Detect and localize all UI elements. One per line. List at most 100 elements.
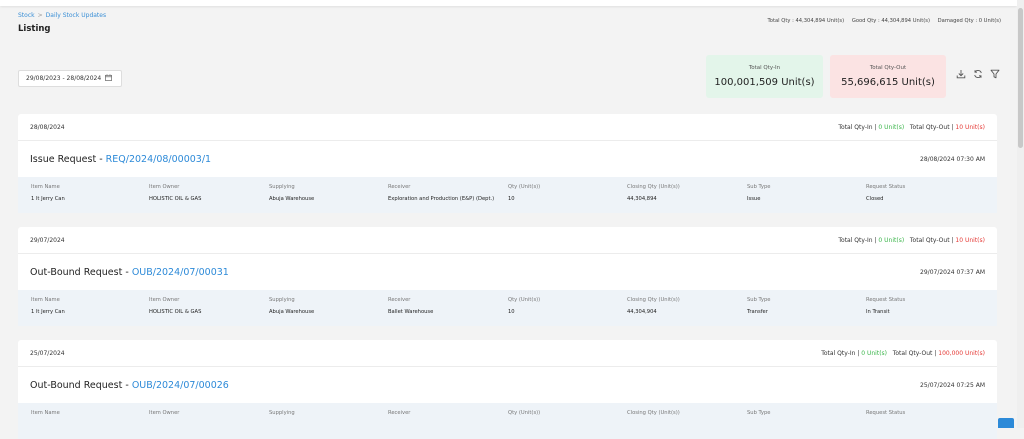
column-label: Item Name xyxy=(31,184,60,190)
column-label: Sub Type xyxy=(747,184,771,190)
col-supplying: Supplying xyxy=(269,410,295,416)
col-request-status: Request Status In Transit xyxy=(866,297,905,315)
col-item-name: Item Name xyxy=(31,410,60,416)
column-label: Supplying xyxy=(269,184,295,190)
page-title: Listing xyxy=(18,24,51,34)
request-detail-row: Item Name 1 lt Jerry Can Item Owner HOLIST… xyxy=(18,290,997,326)
request-code-link[interactable]: OUB/2024/07/00026 xyxy=(132,380,229,391)
col-closing-qty: Closing Qty (Unit(s)) 44,304,904 xyxy=(627,297,680,315)
breadcrumb-root[interactable]: Stock xyxy=(18,12,35,19)
group-header: 28/08/2024 Total Qty-In | 0 Unit(s) Tota… xyxy=(18,114,997,141)
request-code-link[interactable]: OUB/2024/07/00031 xyxy=(132,267,229,278)
good-qty: Good Qty : 44,304,894 Unit(s) xyxy=(851,18,931,24)
request-detail-row: Item Name 1 lt Jerry Can Item Owner HOLIST… xyxy=(18,177,997,213)
column-label: Receiver xyxy=(388,297,411,303)
qty-in-label: Total Qty-In xyxy=(748,65,781,71)
qty-value: 10 xyxy=(508,196,515,202)
receiver-link[interactable]: Exploration and Production (E&P) (Dept.) xyxy=(388,196,494,202)
filter-icon[interactable] xyxy=(990,69,1000,79)
col-item-name: Item Name 1 lt Jerry Can xyxy=(31,297,65,315)
qty-in-value: 0 Unit(s) xyxy=(878,123,905,131)
stock-update-group: 29/07/2024 Total Qty-In | 0 Unit(s) Tota… xyxy=(18,227,997,326)
column-label: Sub Type xyxy=(747,297,771,303)
scrollbar-thumb[interactable] xyxy=(1018,8,1023,148)
request-type: Out-Bound Request - xyxy=(30,379,129,391)
request-code-link[interactable]: REQ/2024/08/00003/1 xyxy=(106,154,211,165)
qty-in-label: Total Qty-In | xyxy=(821,349,860,357)
qty-out-label: Total Qty-Out | xyxy=(909,123,954,131)
item-owner-value: HOLISTIC OIL & GAS xyxy=(149,309,202,315)
supplying-link[interactable]: Abuja Warehouse xyxy=(269,196,314,202)
column-label: Supplying xyxy=(269,410,295,416)
column-label: Request Status xyxy=(866,297,906,303)
page-scrollbar[interactable] xyxy=(1017,0,1024,428)
stock-update-group: 25/07/2024 Total Qty-In | 0 Unit(s) Tota… xyxy=(18,340,997,439)
column-label: Qty (Unit(s)) xyxy=(508,184,541,190)
col-supplying: Supplying Abuja Warehouse xyxy=(269,297,314,315)
column-label: Item Owner xyxy=(149,297,180,303)
qty-in-label: Total Qty-In | xyxy=(838,236,877,244)
breadcrumb-current[interactable]: Daily Stock Updates xyxy=(46,12,106,19)
qty-out-value: 10 Unit(s) xyxy=(955,236,985,244)
total-qty-out-card: Total Qty-Out 55,696,615 Unit(s) xyxy=(830,55,946,98)
column-label: Closing Qty (Unit(s)) xyxy=(627,297,680,303)
col-item-owner: Item Owner HOLISTIC OIL & GAS xyxy=(149,184,201,202)
col-receiver: Receiver Exploration and Production (E&P)… xyxy=(388,184,494,202)
col-receiver: Receiver Ballet Warehouse xyxy=(388,297,433,315)
item-name-link[interactable]: 1 lt Jerry Can xyxy=(31,196,65,202)
request-detail-row: Item Name Item Owner Supplying Receiver … xyxy=(18,403,997,439)
download-icon[interactable] xyxy=(956,69,966,79)
totals-summary: Total Qty : 44,304,894 Unit(s) Good Qty … xyxy=(762,18,1002,24)
column-label: Item Name xyxy=(31,297,60,303)
qty-out-value: 55,696,615 Unit(s) xyxy=(841,77,935,88)
group-date: 25/07/2024 xyxy=(30,349,65,357)
date-range-picker[interactable]: 29/08/2023 - 28/08/2024 xyxy=(18,70,122,87)
col-qty: Qty (Unit(s)) 10 xyxy=(508,297,540,315)
top-bar xyxy=(0,0,1017,6)
column-label: Qty (Unit(s)) xyxy=(508,410,541,416)
column-label: Item Owner xyxy=(149,410,180,416)
column-label: Receiver xyxy=(388,184,411,190)
refresh-icon[interactable] xyxy=(973,69,983,79)
total-qty-in-card: Total Qty-In 100,001,509 Unit(s) xyxy=(706,55,823,98)
request-datetime: 28/08/2024 07:30 AM xyxy=(920,155,985,163)
col-closing-qty: Closing Qty (Unit(s)) 44,304,894 xyxy=(627,184,680,202)
group-totals: Total Qty-In | 0 Unit(s) Total Qty-Out |… xyxy=(838,124,985,131)
closing-qty-value: 44,304,894 xyxy=(627,196,657,202)
status-badge: In Transit xyxy=(866,309,890,315)
stock-update-group: 28/08/2024 Total Qty-In | 0 Unit(s) Tota… xyxy=(18,114,997,213)
calendar-icon xyxy=(105,74,113,83)
date-range-value: 29/08/2023 - 28/08/2024 xyxy=(26,75,102,82)
item-owner-value: HOLISTIC OIL & GAS xyxy=(149,196,202,202)
breadcrumb: Stock > Daily Stock Updates xyxy=(18,12,106,19)
request-title: Out-Bound Request - OUB/2024/07/00031 xyxy=(30,267,229,278)
request-type: Out-Bound Request - xyxy=(30,266,129,278)
column-label: Item Name xyxy=(31,410,60,416)
col-sub-type: Sub Type xyxy=(747,410,770,416)
column-label: Supplying xyxy=(269,297,295,303)
column-label: Closing Qty (Unit(s)) xyxy=(627,410,680,416)
request-datetime: 29/07/2024 07:37 AM xyxy=(920,268,985,276)
group-date: 29/07/2024 xyxy=(30,236,65,244)
qty-out-value: 100,000 Unit(s) xyxy=(938,349,985,357)
col-item-owner: Item Owner HOLISTIC OIL & GAS xyxy=(149,297,201,315)
request-row: Out-Bound Request - OUB/2024/07/00026 25… xyxy=(18,367,997,403)
qty-value: 10 xyxy=(508,309,515,315)
column-label: Closing Qty (Unit(s)) xyxy=(627,184,680,190)
damaged-qty: Damaged Qty : 0 Unit(s) xyxy=(937,18,1001,24)
col-item-name: Item Name 1 lt Jerry Can xyxy=(31,184,65,202)
column-label: Receiver xyxy=(388,410,411,416)
floating-action-button[interactable] xyxy=(998,418,1014,428)
qty-out-label: Total Qty-Out | xyxy=(909,236,954,244)
col-request-status: Request Status Closed xyxy=(866,184,905,202)
supplying-link[interactable]: Abuja Warehouse xyxy=(269,309,314,315)
request-row: Out-Bound Request - OUB/2024/07/00031 29… xyxy=(18,254,997,290)
total-qty: Total Qty : 44,304,894 Unit(s) xyxy=(767,18,845,24)
col-supplying: Supplying Abuja Warehouse xyxy=(269,184,314,202)
item-name-link[interactable]: 1 lt Jerry Can xyxy=(31,309,65,315)
receiver-link[interactable]: Ballet Warehouse xyxy=(388,309,433,315)
qty-in-value: 100,001,509 Unit(s) xyxy=(714,77,815,88)
column-label: Sub Type xyxy=(747,410,771,416)
col-receiver: Receiver xyxy=(388,410,410,416)
group-totals: Total Qty-In | 0 Unit(s) Total Qty-Out |… xyxy=(821,350,985,357)
